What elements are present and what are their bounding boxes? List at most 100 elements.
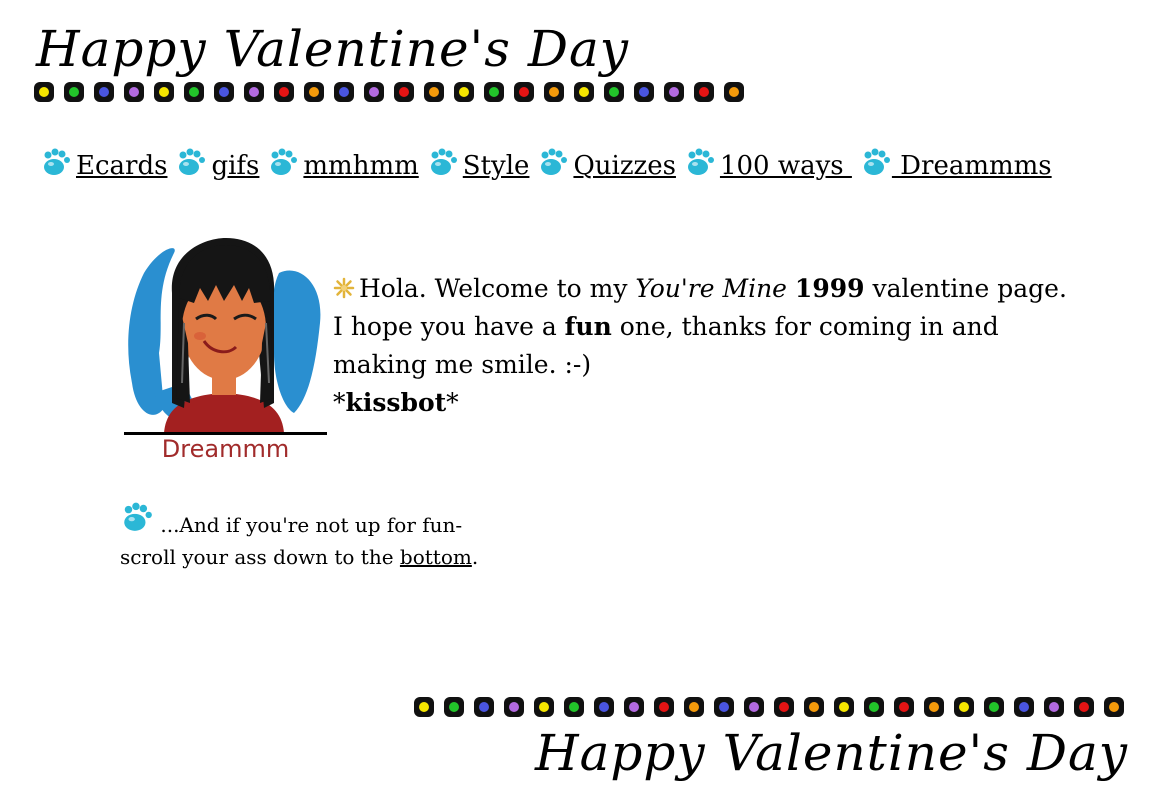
bead bbox=[834, 697, 854, 717]
bead bbox=[604, 82, 624, 102]
bead bbox=[184, 82, 204, 102]
paw-icon bbox=[179, 148, 206, 175]
bead bbox=[984, 697, 1004, 717]
avatar: Dreammm bbox=[124, 233, 327, 465]
bead bbox=[954, 697, 974, 717]
bead bbox=[664, 82, 684, 102]
page-title: Happy Valentine's Day bbox=[36, 20, 629, 78]
nav-item-gifs: gifs bbox=[175, 148, 259, 184]
kiss-star-b: * bbox=[446, 388, 459, 417]
bead bbox=[94, 82, 114, 102]
paw-icon bbox=[124, 502, 152, 531]
nav-item-dreammms: Dreammms bbox=[860, 148, 1052, 184]
welcome-text-a: Hola. Welcome to my bbox=[359, 274, 636, 303]
bead bbox=[634, 82, 654, 102]
welcome-title-em: You're Mine bbox=[635, 274, 787, 303]
bead bbox=[594, 697, 614, 717]
avatar-caption: Dreammm bbox=[161, 435, 290, 463]
footer-title: Happy Valentine's Day bbox=[535, 724, 1128, 782]
bead bbox=[654, 697, 674, 717]
kissbot: kissbot bbox=[345, 388, 447, 417]
welcome-line2-a: I hope you have a bbox=[333, 312, 565, 341]
bead bbox=[64, 82, 84, 102]
bead bbox=[1074, 697, 1094, 717]
bead bbox=[214, 82, 234, 102]
welcome-line2-b: one, thanks for coming in and bbox=[611, 312, 999, 341]
paw-icon bbox=[863, 148, 890, 175]
kiss-star-a: * bbox=[333, 388, 346, 417]
bead bbox=[744, 697, 764, 717]
bead bbox=[894, 697, 914, 717]
nav-item-ecards: Ecards bbox=[40, 148, 167, 184]
bead bbox=[1044, 697, 1064, 717]
bead bbox=[804, 697, 824, 717]
nav-link-style[interactable]: Style bbox=[463, 148, 530, 184]
welcome-message: Hola. Welcome to my You're Mine 1999 val… bbox=[333, 270, 1093, 422]
fun-note-text-c: . bbox=[471, 545, 479, 569]
bead bbox=[394, 82, 414, 102]
bead bbox=[564, 697, 584, 717]
bead bbox=[684, 697, 704, 717]
paw-icon bbox=[271, 148, 298, 175]
welcome-fun: fun bbox=[564, 312, 612, 341]
bead bbox=[244, 82, 264, 102]
bead bbox=[364, 82, 384, 102]
bead bbox=[304, 82, 324, 102]
welcome-text-b bbox=[787, 274, 795, 303]
bead bbox=[724, 82, 744, 102]
bead bbox=[1104, 697, 1124, 717]
bead bbox=[444, 697, 464, 717]
bead bbox=[774, 697, 794, 717]
main-nav: Ecards gifs mmhmm Style Quizzes 100 ways… bbox=[40, 148, 1060, 184]
nav-item-100-ways: 100 ways bbox=[684, 148, 852, 184]
sparkle-icon bbox=[333, 277, 355, 299]
nav-link-mmhmm[interactable]: mmhmm bbox=[303, 148, 418, 184]
bead bbox=[864, 697, 884, 717]
bead bbox=[424, 82, 444, 102]
bead-divider-bottom bbox=[414, 697, 1134, 719]
paw-icon bbox=[430, 148, 457, 175]
fun-note: ...And if you're not up for fun- scroll … bbox=[120, 498, 540, 573]
welcome-line-1: Hola. Welcome to my You're Mine 1999 val… bbox=[333, 270, 1093, 308]
bead bbox=[454, 82, 474, 102]
bead bbox=[1014, 697, 1034, 717]
bead bbox=[924, 697, 944, 717]
nav-item-mmhmm: mmhmm bbox=[267, 148, 419, 184]
fun-note-text-a: ...And if you're not up for fun- bbox=[160, 513, 463, 537]
bead bbox=[274, 82, 294, 102]
nav-item-style: Style bbox=[427, 148, 530, 184]
bottom-link[interactable]: bottom bbox=[400, 545, 472, 569]
bead bbox=[544, 82, 564, 102]
bead bbox=[694, 82, 714, 102]
bead-divider-top bbox=[34, 82, 754, 104]
bead bbox=[474, 697, 494, 717]
nav-link-dreammms[interactable]: Dreammms bbox=[892, 148, 1051, 184]
page: Happy Valentine's Day Ecards gifs mmhmm … bbox=[0, 0, 1158, 810]
bead bbox=[514, 82, 534, 102]
nav-link-ecards[interactable]: Ecards bbox=[76, 148, 167, 184]
nav-link-gifs[interactable]: gifs bbox=[211, 148, 259, 184]
bead bbox=[574, 82, 594, 102]
paw-icon bbox=[44, 148, 70, 175]
nav-item-quizzes: Quizzes bbox=[537, 148, 676, 184]
bead bbox=[484, 82, 504, 102]
bead bbox=[624, 697, 644, 717]
welcome-line-2: I hope you have a fun one, thanks for co… bbox=[333, 308, 1093, 346]
bead bbox=[714, 697, 734, 717]
welcome-line-4: *kissbot* bbox=[333, 384, 1093, 422]
welcome-text-c: valentine page. bbox=[864, 274, 1067, 303]
bead bbox=[154, 82, 174, 102]
welcome-year: 1999 bbox=[794, 274, 865, 303]
paw-icon bbox=[541, 148, 568, 175]
bead bbox=[124, 82, 144, 102]
bead bbox=[504, 697, 524, 717]
welcome-line-3: making me smile. :-) bbox=[333, 350, 592, 379]
bead bbox=[334, 82, 354, 102]
paw-icon bbox=[687, 148, 714, 175]
bead bbox=[414, 697, 434, 717]
nav-link-quizzes[interactable]: Quizzes bbox=[573, 148, 676, 184]
nav-link-100-ways[interactable]: 100 ways bbox=[720, 148, 852, 184]
bead bbox=[534, 697, 554, 717]
avatar-illustration bbox=[128, 238, 321, 433]
fun-note-text-b: scroll your ass down to the bbox=[120, 545, 400, 569]
